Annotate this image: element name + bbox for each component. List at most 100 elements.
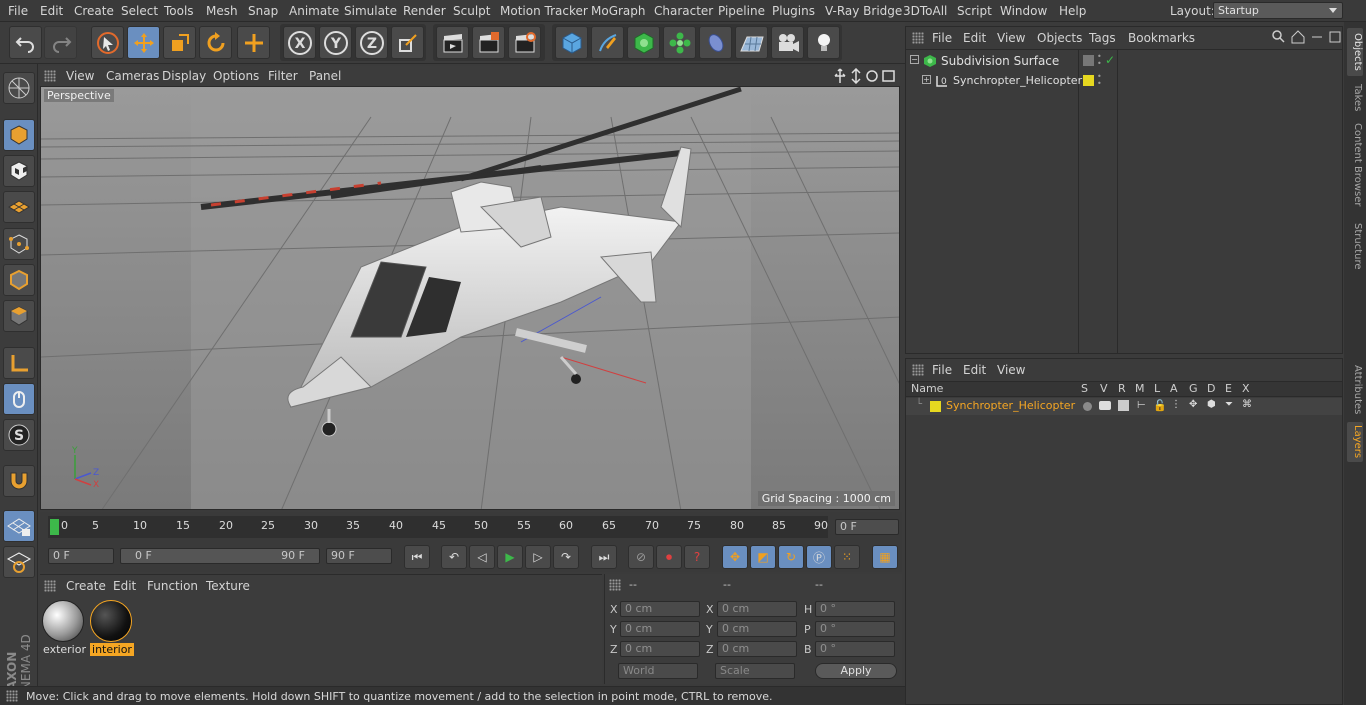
render-view-button[interactable] xyxy=(436,26,469,59)
objects-menu-tags[interactable]: Tags xyxy=(1089,31,1116,45)
viewport-nav-icons[interactable] xyxy=(834,68,898,84)
autokey-button[interactable]: ⏺ xyxy=(656,545,682,569)
collapse-toggle-icon[interactable]: − xyxy=(910,55,919,64)
planar-workplane-button[interactable] xyxy=(3,546,35,578)
menu-character[interactable]: Character xyxy=(654,4,713,18)
menu-window[interactable]: Window xyxy=(1000,4,1047,18)
viewport-menu-view[interactable]: View xyxy=(66,69,94,83)
keyframe-selection-button[interactable]: ? xyxy=(684,545,710,569)
snap-button[interactable]: S xyxy=(3,419,35,451)
column-name[interactable]: Name xyxy=(911,382,943,395)
position-y-field[interactable]: 0 cm xyxy=(620,621,700,637)
previous-frame-button[interactable]: ◁ xyxy=(469,545,495,569)
tab-layers[interactable]: Layers xyxy=(1347,422,1363,462)
rotation-b-field[interactable]: 0 ° xyxy=(815,641,895,657)
objects-menu-bookmarks[interactable]: Bookmarks xyxy=(1128,31,1195,45)
workplane-lock-button[interactable] xyxy=(3,510,35,542)
material-menu-create[interactable]: Create xyxy=(66,579,106,593)
size-y-field[interactable]: 0 cm xyxy=(717,621,797,637)
deformer-icon[interactable]: ⬢ xyxy=(1207,399,1216,410)
column-solo[interactable]: S xyxy=(1081,382,1088,395)
menu-edit[interactable]: Edit xyxy=(40,4,63,18)
layer-name[interactable]: Synchropter_Helicopter xyxy=(946,399,1075,412)
layers-menu-edit[interactable]: Edit xyxy=(963,363,986,377)
magnet-button[interactable] xyxy=(3,465,35,497)
current-frame-field[interactable]: 0 F xyxy=(835,519,899,535)
z-axis-button[interactable]: Z xyxy=(355,26,388,59)
viewport-menu-filter[interactable]: Filter xyxy=(268,69,298,83)
menu-help[interactable]: Help xyxy=(1059,4,1086,18)
menu-mesh[interactable]: Mesh xyxy=(206,4,238,18)
camera-button[interactable] xyxy=(771,26,804,59)
column-animation[interactable]: A xyxy=(1170,382,1178,395)
light-button[interactable] xyxy=(807,26,840,59)
menu-animate[interactable]: Animate xyxy=(289,4,339,18)
menu-sculpt[interactable]: Sculpt xyxy=(453,4,490,18)
redo-button[interactable] xyxy=(44,26,77,59)
y-axis-button[interactable]: Y xyxy=(319,26,352,59)
visibility-dots-icon[interactable]: • • xyxy=(1097,53,1102,68)
size-x-field[interactable]: 0 cm xyxy=(717,601,797,617)
move-tool-button[interactable] xyxy=(127,26,160,59)
rotation-p-field[interactable]: 0 ° xyxy=(815,621,895,637)
next-frame-button[interactable]: ▷ xyxy=(525,545,551,569)
layers-menu-file[interactable]: File xyxy=(932,363,952,377)
live-selection-button[interactable] xyxy=(91,26,124,59)
menu-motion-tracker[interactable]: Motion Tracker xyxy=(500,4,588,18)
material-interior[interactable]: interior xyxy=(90,600,134,656)
material-menu-edit[interactable]: Edit xyxy=(113,579,136,593)
size-mode-dropdown[interactable]: Scale xyxy=(715,663,795,679)
axis-mode-button[interactable] xyxy=(3,347,35,379)
clapper-icon[interactable] xyxy=(1118,400,1129,411)
objects-menu-file[interactable]: File xyxy=(932,31,952,45)
layer-tag-icon[interactable] xyxy=(1083,55,1094,66)
eye-icon[interactable] xyxy=(1099,401,1111,410)
menu-tools[interactable]: Tools xyxy=(164,4,194,18)
key-parameter-button[interactable]: Ⓟ xyxy=(806,545,832,569)
expression-icon[interactable]: ⏷ xyxy=(1225,399,1233,410)
column-render[interactable]: R xyxy=(1118,382,1126,395)
recent-tool-button[interactable] xyxy=(237,26,270,59)
frame-range-slider[interactable]: 0 F 90 F xyxy=(120,548,320,564)
polygon-mode-button[interactable] xyxy=(3,300,35,332)
key-rotation-button[interactable]: ↻ xyxy=(778,545,804,569)
tab-structure[interactable]: Structure xyxy=(1347,218,1363,274)
layer-color-icon[interactable] xyxy=(930,401,941,412)
column-view[interactable]: V xyxy=(1100,382,1108,395)
viewport-menu-cameras[interactable]: Cameras xyxy=(106,69,159,83)
layout-dropdown[interactable]: Startup xyxy=(1213,2,1343,19)
enabled-check-icon[interactable]: ✓ xyxy=(1105,53,1115,67)
deformer-button[interactable] xyxy=(699,26,732,59)
next-key-button[interactable]: ↷ xyxy=(553,545,579,569)
previous-key-button[interactable]: ↶ xyxy=(441,545,467,569)
viewport-menu-options[interactable]: Options xyxy=(213,69,259,83)
render-picture-viewer-button[interactable] xyxy=(472,26,505,59)
objects-menu-objects[interactable]: Objects xyxy=(1037,31,1082,45)
viewport-camera-label[interactable]: Perspective xyxy=(44,89,114,102)
objects-menu-edit[interactable]: Edit xyxy=(963,31,986,45)
menu-file[interactable]: File xyxy=(8,4,28,18)
material-exterior[interactable]: exterior xyxy=(42,600,86,656)
x-axis-button[interactable]: X xyxy=(283,26,316,59)
viewport-menu-panel[interactable]: Panel xyxy=(309,69,341,83)
xref-icon[interactable]: ⌘ xyxy=(1242,399,1252,410)
column-generators[interactable]: G xyxy=(1189,382,1198,395)
apply-button[interactable]: Apply xyxy=(815,663,897,679)
lock-icon[interactable]: 🔓 xyxy=(1153,399,1167,412)
tweak-mode-button[interactable] xyxy=(3,383,35,415)
subdivision-surface-button[interactable] xyxy=(627,26,660,59)
rotate-tool-button[interactable] xyxy=(199,26,232,59)
coordinate-system-button[interactable] xyxy=(391,26,424,59)
perspective-viewport[interactable]: Y Z X Perspective Grid Spacing : 1000 cm xyxy=(40,86,900,510)
start-frame-field[interactable]: 0 F xyxy=(48,548,114,564)
menu-render[interactable]: Render xyxy=(403,4,446,18)
objects-menu-view[interactable]: View xyxy=(997,31,1025,45)
rotation-h-field[interactable]: 0 ° xyxy=(815,601,895,617)
tab-objects[interactable]: Objects xyxy=(1347,28,1363,76)
tab-attributes[interactable]: Attributes xyxy=(1347,362,1363,418)
solo-dot-icon[interactable] xyxy=(1083,402,1092,411)
position-x-field[interactable]: 0 cm xyxy=(620,601,700,617)
layer-row[interactable]: └ Synchropter_Helicopter ⊢ 🔓 ⋮ ✥ ⬢ ⏷ ⌘ xyxy=(906,398,1342,415)
floor-button[interactable] xyxy=(735,26,768,59)
object-row[interactable]: + 0 Synchropter_Helicopter • • xyxy=(906,72,1342,91)
